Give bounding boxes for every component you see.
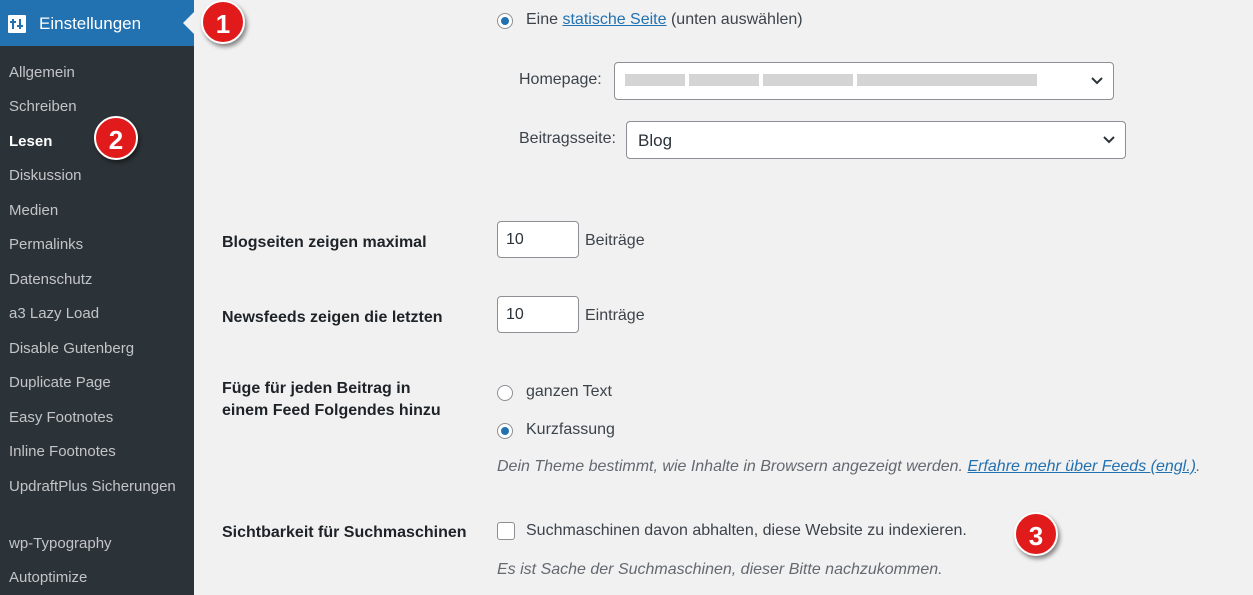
sidebar-item-duplicate-page[interactable]: Duplicate Page	[9, 372, 111, 394]
posts-per-page-unit: Beiträge	[585, 232, 645, 249]
postspage-label: Beitragsseite:	[519, 130, 616, 147]
annotation-badge-3: 3	[1014, 512, 1058, 556]
menu-settings[interactable]: Einstellungen	[0, 0, 194, 46]
rss-excerpt-label-line2: einem Feed Folgendes hinzu	[222, 402, 441, 419]
rss-description: Dein Theme bestimmt, wie Inhalte in Brow…	[497, 458, 1201, 475]
static-page-radio[interactable]	[497, 13, 513, 29]
settings-icon	[8, 15, 26, 33]
full-text-radio[interactable]	[497, 385, 513, 401]
postspage-select-value: Blog	[638, 131, 673, 150]
chevron-down-icon	[1103, 136, 1115, 144]
posts-per-rss-label: Newsfeeds zeigen die letzten	[222, 309, 443, 326]
sidebar-item-updraftplus[interactable]: UpdraftPlus Sicherungen	[9, 476, 179, 498]
admin-sidebar: Einstellungen Allgemein Schreiben Lesen …	[0, 0, 194, 595]
excerpt-label: Kurzfassung	[526, 421, 615, 438]
sidebar-item-schreiben[interactable]: Schreiben	[9, 96, 77, 118]
menu-settings-label: Einstellungen	[39, 14, 142, 33]
sidebar-item-lesen[interactable]: Lesen	[9, 131, 52, 153]
sidebar-item-easy-footnotes[interactable]: Easy Footnotes	[9, 407, 113, 429]
sidebar-item-disable-gutenberg[interactable]: Disable Gutenberg	[9, 338, 134, 360]
sidebar-item-wp-typography[interactable]: wp-Typography	[9, 533, 112, 555]
homepage-label: Homepage:	[519, 71, 602, 88]
homepage-select[interactable]	[614, 62, 1114, 100]
posts-per-page-label: Blogseiten zeigen maximal	[222, 234, 427, 251]
discourage-search-checkbox[interactable]	[497, 522, 515, 540]
postspage-select[interactable]: Blog	[626, 121, 1126, 159]
sidebar-item-autoptimize[interactable]: Autoptimize	[9, 567, 87, 589]
menu-active-arrow	[183, 12, 194, 34]
rss-excerpt-label-line1: Füge für jeden Beitrag in	[222, 380, 411, 397]
homepage-value-redacted	[625, 73, 1041, 91]
sidebar-item-permalinks[interactable]: Permalinks	[9, 234, 83, 256]
sidebar-item-a3-lazy-load[interactable]: a3 Lazy Load	[9, 303, 99, 325]
sidebar-item-datenschutz[interactable]: Datenschutz	[9, 269, 92, 291]
chevron-down-icon	[1091, 77, 1103, 85]
feeds-help-link[interactable]: Erfahre mehr über Feeds (engl.)	[967, 458, 1196, 475]
sidebar-item-allgemein[interactable]: Allgemein	[9, 62, 75, 84]
annotation-badge-1: 1	[201, 0, 245, 44]
static-page-link[interactable]: statische Seite	[562, 11, 666, 28]
posts-per-page-input[interactable]: 10	[497, 221, 579, 258]
annotation-badge-2: 2	[94, 116, 138, 160]
settings-main: Eine statische Seite (unten auswählen) H…	[194, 0, 1253, 595]
sidebar-item-medien[interactable]: Medien	[9, 200, 58, 222]
posts-per-rss-unit: Einträge	[585, 307, 645, 324]
posts-per-rss-input[interactable]: 10	[497, 296, 579, 333]
sidebar-item-inline-footnotes[interactable]: Inline Footnotes	[9, 441, 116, 463]
search-visibility-description: Es ist Sache der Suchmaschinen, dieser B…	[497, 561, 943, 578]
search-visibility-label: Sichtbarkeit für Suchmaschinen	[222, 524, 467, 541]
full-text-label: ganzen Text	[526, 383, 612, 400]
excerpt-radio[interactable]	[497, 423, 513, 439]
static-page-option-label: Eine statische Seite (unten auswählen)	[526, 11, 803, 28]
sidebar-item-diskussion[interactable]: Diskussion	[9, 165, 82, 187]
discourage-search-label: Suchmaschinen davon abhalten, diese Webs…	[526, 522, 967, 539]
